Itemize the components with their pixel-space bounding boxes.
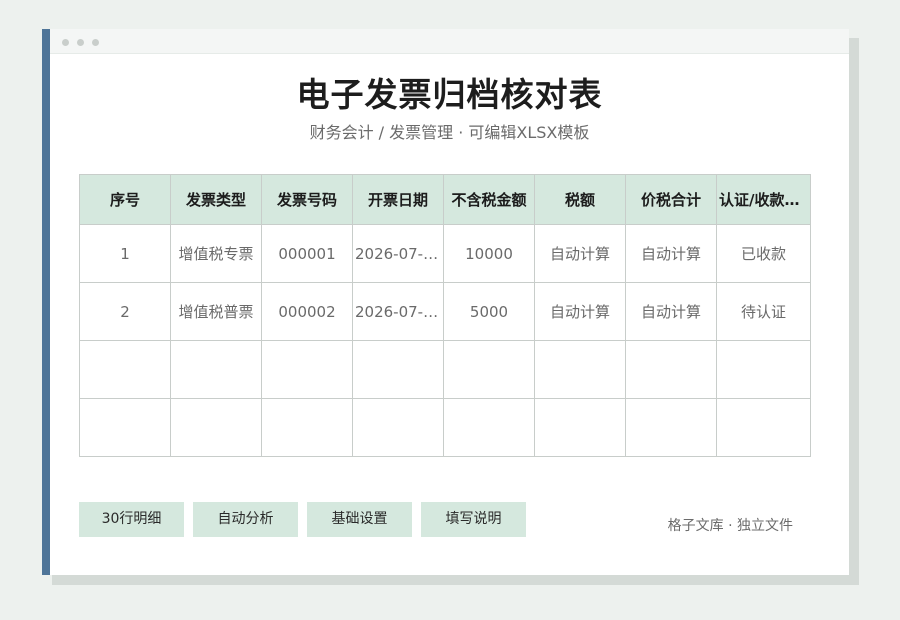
table-cell[interactable]: 1 xyxy=(79,224,171,283)
table-cell[interactable] xyxy=(534,398,626,457)
table-cell[interactable]: 自动计算 xyxy=(625,224,717,283)
table-cell[interactable]: 自动计算 xyxy=(534,282,626,341)
table-cell[interactable] xyxy=(352,398,444,457)
table-cell[interactable]: 10000 xyxy=(443,224,535,283)
header-cell: 价税合计 xyxy=(625,174,717,225)
header-cell: 序号 xyxy=(79,174,171,225)
table-cell[interactable]: 000002 xyxy=(261,282,353,341)
table-cell[interactable]: 增值税普票 xyxy=(170,282,262,341)
header-cell: 认证/收款状态 xyxy=(716,174,811,225)
accent-bar xyxy=(42,29,50,575)
table-header-row: 序号 发票类型 发票号码 开票日期 不含税金额 税额 价税合计 认证/收款状态 xyxy=(79,174,811,225)
details-tab-button[interactable]: 30行明细 xyxy=(79,502,184,537)
table-cell[interactable]: 2026-07-03 xyxy=(352,282,444,341)
table-cell[interactable] xyxy=(716,340,811,399)
table-cell[interactable] xyxy=(170,398,262,457)
header-cell: 开票日期 xyxy=(352,174,444,225)
table-cell[interactable]: 5000 xyxy=(443,282,535,341)
table-cell[interactable]: 自动计算 xyxy=(625,282,717,341)
header-cell: 不含税金额 xyxy=(443,174,535,225)
window-dot-icon xyxy=(92,39,99,46)
table-cell[interactable] xyxy=(716,398,811,457)
settings-tab-button[interactable]: 基础设置 xyxy=(307,502,412,537)
table-row xyxy=(79,340,811,399)
window-dot-icon xyxy=(62,39,69,46)
table-row xyxy=(79,398,811,457)
template-preview-card: 电子发票归档核对表 财务会计 / 发票管理 · 可编辑XLSX模板 序号 发票类… xyxy=(42,29,849,575)
table-cell[interactable] xyxy=(170,340,262,399)
table-cell[interactable]: 待认证 xyxy=(716,282,811,341)
header-cell: 发票类型 xyxy=(170,174,262,225)
table-cell[interactable]: 自动计算 xyxy=(534,224,626,283)
table-cell[interactable] xyxy=(79,340,171,399)
page-subtitle: 财务会计 / 发票管理 · 可编辑XLSX模板 xyxy=(309,123,590,142)
window-topbar xyxy=(50,29,849,54)
table-row: 1 增值税专票 000001 2026-07-01 10000 自动计算 自动计… xyxy=(79,224,811,283)
table-cell[interactable]: 已收款 xyxy=(716,224,811,283)
table-cell[interactable]: 2 xyxy=(79,282,171,341)
table-cell[interactable] xyxy=(534,340,626,399)
table-cell[interactable] xyxy=(261,340,353,399)
table-cell[interactable]: 2026-07-01 xyxy=(352,224,444,283)
table-cell[interactable] xyxy=(261,398,353,457)
table-cell[interactable]: 000001 xyxy=(261,224,353,283)
table-row: 2 增值税普票 000002 2026-07-03 5000 自动计算 自动计算… xyxy=(79,282,811,341)
table-cell[interactable] xyxy=(443,340,535,399)
table-cell[interactable] xyxy=(352,340,444,399)
header-cell: 发票号码 xyxy=(261,174,353,225)
page-title: 电子发票归档核对表 xyxy=(296,75,603,114)
table-cell[interactable] xyxy=(79,398,171,457)
table-cell[interactable]: 增值税专票 xyxy=(170,224,262,283)
window-dot-icon xyxy=(77,39,84,46)
table-cell[interactable] xyxy=(443,398,535,457)
analysis-tab-button[interactable]: 自动分析 xyxy=(193,502,298,537)
footer-brand: 格子文库 · 独立文件 xyxy=(667,518,793,534)
instructions-tab-button[interactable]: 填写说明 xyxy=(421,502,526,537)
invoice-table: 序号 发票类型 发票号码 开票日期 不含税金额 税额 价税合计 认证/收款状态 … xyxy=(79,174,811,457)
header-cell: 税额 xyxy=(534,174,626,225)
table-cell[interactable] xyxy=(625,398,717,457)
table-cell[interactable] xyxy=(625,340,717,399)
